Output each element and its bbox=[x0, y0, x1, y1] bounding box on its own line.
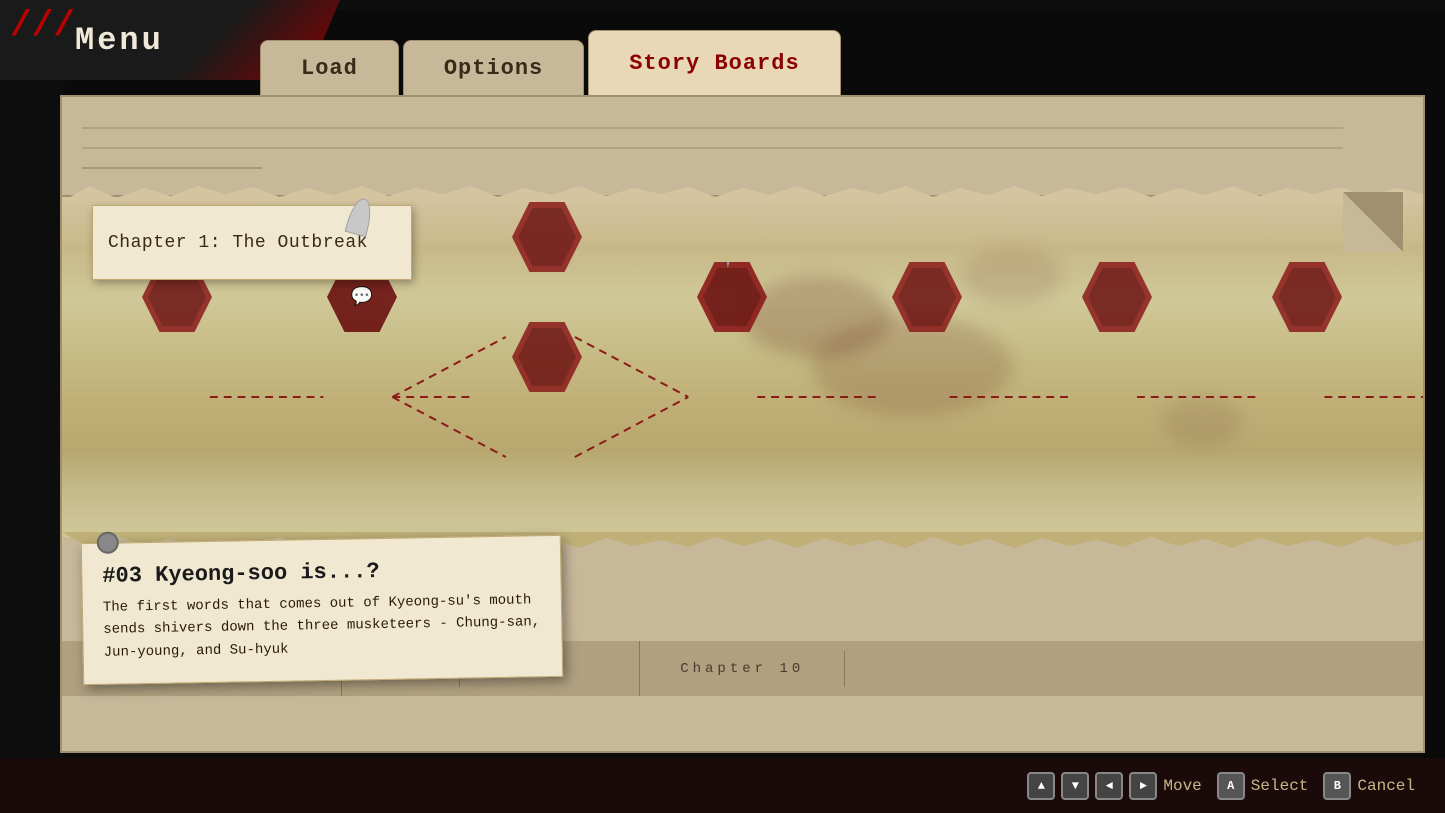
note-card: #03 Kyeong-soo is...? The first words th… bbox=[81, 535, 563, 686]
move-label: Move bbox=[1163, 777, 1201, 795]
folded-corner bbox=[1343, 192, 1403, 252]
hex-node-4-bottom[interactable] bbox=[512, 322, 582, 392]
note-text: The first words that comes out of Kyeong… bbox=[103, 589, 542, 664]
hex-node-7[interactable] bbox=[1082, 262, 1152, 332]
tab-load[interactable]: Load bbox=[260, 40, 399, 95]
b-button[interactable]: B bbox=[1323, 772, 1351, 800]
select-label: Select bbox=[1251, 777, 1309, 795]
chapter-title: Chapter 1: The Outbreak bbox=[108, 233, 368, 253]
bottom-bar: ▲ ▼ ◄ ► Move A Select B Cancel bbox=[0, 758, 1445, 813]
hex-node-8[interactable] bbox=[1272, 262, 1342, 332]
board-top bbox=[62, 97, 1423, 197]
cancel-control: B Cancel bbox=[1323, 772, 1415, 800]
hex-node-3-top[interactable] bbox=[512, 202, 582, 272]
cancel-label: Cancel bbox=[1357, 777, 1415, 795]
tab-storyboards[interactable]: Story Boards bbox=[588, 30, 840, 95]
down-button[interactable]: ▼ bbox=[1061, 772, 1089, 800]
left-button[interactable]: ◄ bbox=[1095, 772, 1123, 800]
tab-bar: Load Options Story Boards bbox=[260, 0, 1445, 95]
hex-node-6[interactable] bbox=[892, 262, 962, 332]
chapter-nav-10[interactable]: Chapter 10 bbox=[640, 651, 845, 687]
a-button[interactable]: A bbox=[1217, 772, 1245, 800]
board-container: 💬 📍 bbox=[60, 95, 1425, 753]
right-button[interactable]: ► bbox=[1129, 772, 1157, 800]
left-panel bbox=[0, 0, 65, 813]
hex-node-5-current[interactable]: 📍 bbox=[697, 262, 767, 332]
note-number: #03 Kyeong-soo is...? bbox=[102, 556, 540, 589]
select-control: A Select bbox=[1217, 772, 1309, 800]
move-control: ▲ ▼ ◄ ► Move bbox=[1027, 772, 1201, 800]
tab-options[interactable]: Options bbox=[403, 40, 584, 95]
up-button[interactable]: ▲ bbox=[1027, 772, 1055, 800]
main-container: Load Options Story Boards bbox=[60, 0, 1445, 813]
chapter-card: Chapter 1: The Outbreak bbox=[92, 205, 412, 280]
